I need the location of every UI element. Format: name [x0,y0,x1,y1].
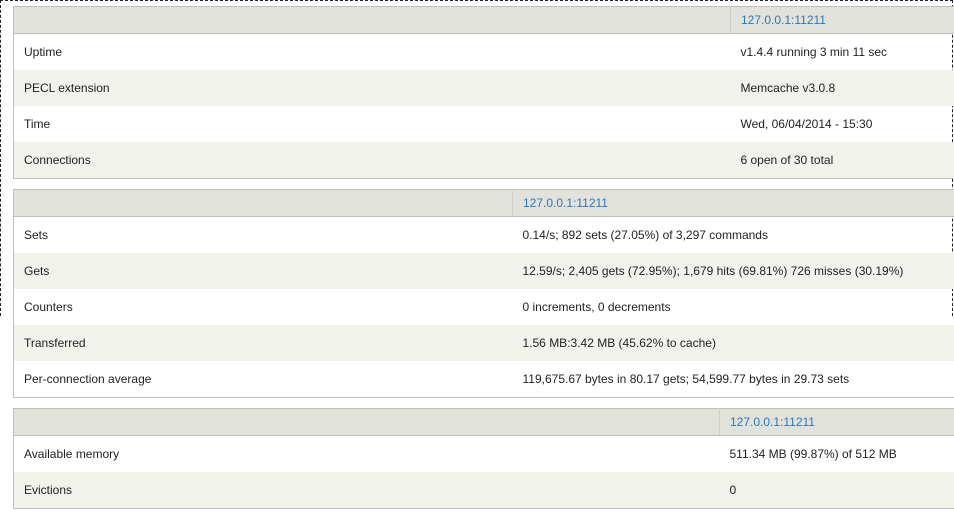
table-row: Evictions 0 [13,472,954,509]
server-link[interactable]: 127.0.0.1:11211 [730,415,815,429]
table-header: 127.0.0.1:11211 [13,408,954,436]
table-row: Counters 0 increments, 0 decrements [24,300,671,314]
table-row: PECL extension Memcache v3.0.8 [13,70,954,106]
stats-table: 127.0.0.1:11211 Sets 0.14/s; 892 sets (27… [13,189,954,398]
table-header: 127.0.0.1:11211 [13,189,954,217]
table-row: Uptime v1.4.4 running 3 min 11 sec [24,45,888,59]
table-row: Gets 12.59/s; 2,405 gets (72.95%); 1,679 … [13,253,954,289]
general-table: 127.0.0.1:11211 Uptime v1.4.4 running 3 m… [13,6,954,179]
server-link[interactable]: 127.0.0.1:11211 [741,13,826,27]
table-row: Time Wed, 06/04/2014 - 15:30 [24,117,873,131]
table-header: 127.0.0.1:11211 [13,6,954,34]
table-row: Per-connection average 119,675.67 bytes i… [24,372,850,386]
table-row: Available memory 511.34 MB (99.87%) of 51… [24,447,897,461]
server-link[interactable]: 127.0.0.1:11211 [523,196,608,210]
table-row: Transferred 1.56 MB:3.42 MB (45.62% to ca… [13,325,954,361]
table-row: Sets 0.14/s; 892 sets (27.05%) of 3,297 c… [24,228,768,242]
memory-table: 127.0.0.1:11211 Available memory 511.34 M… [13,408,954,509]
table-row: Connections 6 open of 30 total [13,142,954,179]
